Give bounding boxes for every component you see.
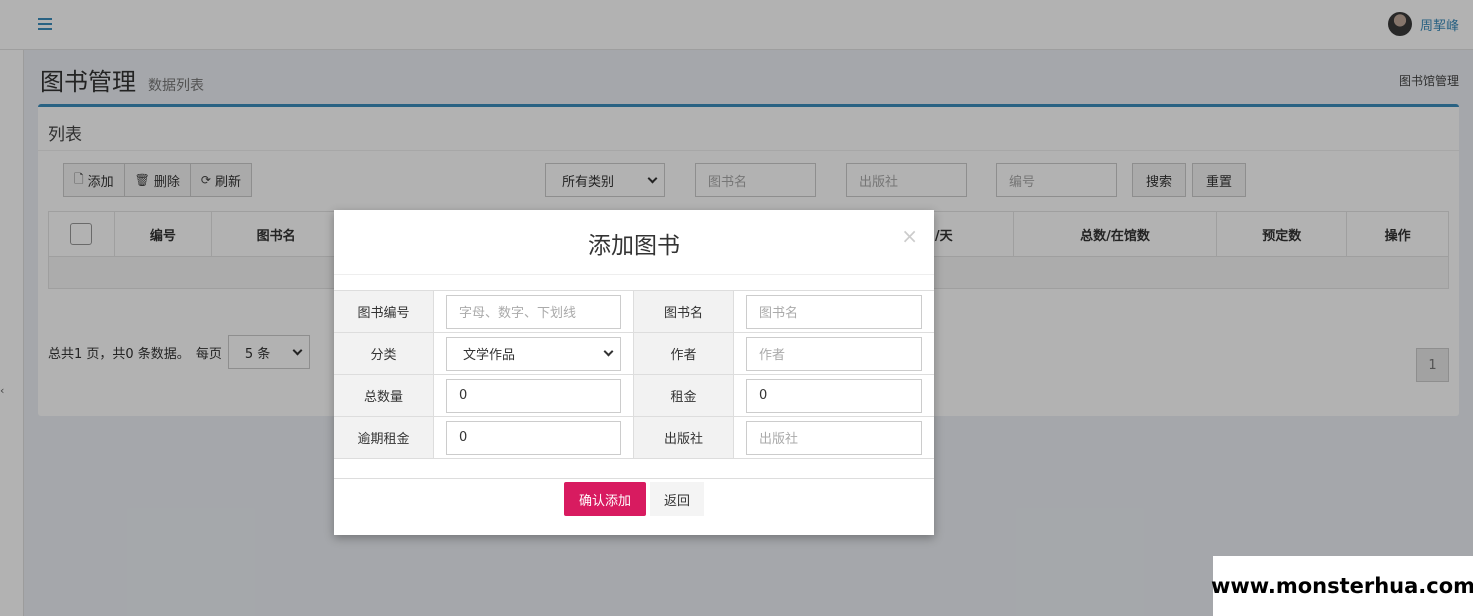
total-input[interactable]: 0 <box>446 378 621 413</box>
close-icon[interactable]: × <box>901 224 918 248</box>
back-button[interactable]: 返回 <box>650 482 704 516</box>
add-book-modal: 添加图书 × 图书编号 字母、数字、下划线 图书名 图书名 分类 文学作品 作者 <box>334 210 934 535</box>
publisher-input[interactable]: 出版社 <box>746 420 922 455</box>
form-cell: 字母、数字、下划线 <box>434 291 634 332</box>
overdue-rent-input[interactable]: 0 <box>446 420 621 455</box>
book-no-input[interactable]: 字母、数字、下划线 <box>446 294 621 329</box>
divider <box>334 274 934 275</box>
rent-label: 租金 <box>634 375 734 416</box>
rent-input[interactable]: 0 <box>746 378 922 413</box>
form-row: 逾期租金 0 出版社 出版社 <box>334 417 934 459</box>
form-row: 总数量 0 租金 0 <box>334 375 934 417</box>
category-label: 分类 <box>334 333 434 374</box>
confirm-add-button[interactable]: 确认添加 <box>564 482 646 516</box>
publisher-label: 出版社 <box>634 417 734 458</box>
book-name-label: 图书名 <box>634 291 734 332</box>
divider <box>334 478 934 479</box>
modal-title: 添加图书 <box>588 233 680 259</box>
watermark: www.monsterhua.com <box>1211 556 1473 616</box>
author-input[interactable]: 作者 <box>746 336 922 371</box>
category-select[interactable]: 文学作品 <box>446 336 621 371</box>
chevron-down-icon <box>603 346 614 357</box>
form-cell: 0 <box>734 375 934 416</box>
author-label: 作者 <box>634 333 734 374</box>
form-cell: 作者 <box>734 333 934 374</box>
form-row: 分类 文学作品 作者 作者 <box>334 333 934 375</box>
form-cell: 0 <box>434 417 634 458</box>
add-book-form: 图书编号 字母、数字、下划线 图书名 图书名 分类 文学作品 作者 作者 总数量… <box>334 290 934 459</box>
form-row: 图书编号 字母、数字、下划线 图书名 图书名 <box>334 291 934 333</box>
form-cell: 文学作品 <box>434 333 634 374</box>
form-cell: 0 <box>434 375 634 416</box>
overdue-rent-label: 逾期租金 <box>334 417 434 458</box>
book-no-label: 图书编号 <box>334 291 434 332</box>
total-label: 总数量 <box>334 375 434 416</box>
category-select-value: 文学作品 <box>463 348 516 363</box>
form-cell: 图书名 <box>734 291 934 332</box>
form-cell: 出版社 <box>734 417 934 458</box>
book-name-input[interactable]: 图书名 <box>746 294 922 329</box>
